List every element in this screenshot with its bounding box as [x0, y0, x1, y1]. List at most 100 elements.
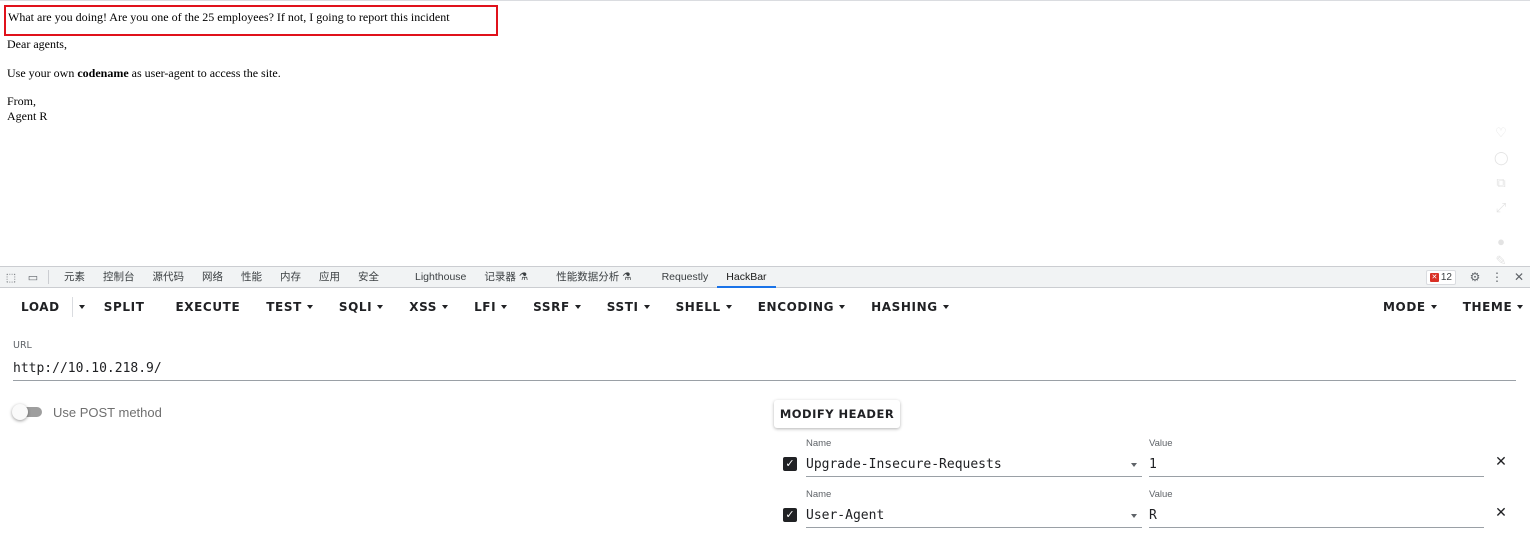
menu-right: MODE THEME: [1370, 292, 1530, 322]
issues-icon: ✕: [1429, 272, 1439, 282]
sign-from: From,: [7, 94, 37, 108]
body-prefix: Use your own: [7, 66, 78, 80]
sign-name: Agent R: [7, 109, 48, 123]
chevron-down-icon: [1131, 514, 1137, 518]
page-content: What are you doing! Are you one of the 2…: [0, 0, 1530, 268]
tab-performance-insights[interactable]: 性能数据分析 ⚗: [547, 267, 640, 288]
expand-icon[interactable]: ⤢: [1494, 201, 1508, 215]
chevron-down-icon: [306, 305, 313, 309]
post-method-label: Use POST method: [53, 404, 162, 420]
chevron-down-icon: [501, 305, 508, 309]
tab-sources[interactable]: 源代码: [144, 267, 194, 288]
test-menu[interactable]: TEST: [253, 292, 326, 322]
body-suffix: as user-agent to access the site.: [128, 66, 281, 80]
tab-network[interactable]: 网络: [193, 267, 232, 288]
chevron-down-icon: [1517, 305, 1524, 309]
load-button[interactable]: LOAD: [8, 297, 73, 317]
ssrf-label: SSRF: [533, 300, 570, 314]
message-body: Use your own codename as user-agent to a…: [7, 66, 281, 81]
xss-label: XSS: [409, 300, 438, 314]
tab-application[interactable]: 应用: [310, 267, 349, 288]
greeting: Dear agents,: [7, 37, 67, 51]
alert-message: What are you doing! Are you one of the 2…: [4, 5, 498, 36]
hashing-menu[interactable]: HASHING: [858, 292, 962, 322]
header-value-input[interactable]: R: [1149, 503, 1484, 528]
divider: [48, 270, 49, 284]
tab-elements[interactable]: 元素: [55, 267, 94, 288]
ssrf-menu[interactable]: SSRF: [520, 292, 594, 322]
toggle-switch[interactable]: [12, 404, 42, 420]
lfi-label: LFI: [474, 300, 497, 314]
header-value-text: R: [1149, 508, 1157, 523]
lfi-menu[interactable]: LFI: [461, 292, 520, 322]
comment-icon[interactable]: ◯: [1494, 151, 1509, 165]
shell-menu[interactable]: SHELL: [663, 292, 745, 322]
encoding-menu[interactable]: ENCODING: [745, 292, 858, 322]
remove-header-icon[interactable]: ✕: [1494, 454, 1508, 470]
tab-performance[interactable]: 性能: [232, 267, 271, 288]
hashing-label: HASHING: [871, 300, 938, 314]
chevron-down-icon: [1131, 463, 1137, 467]
chevron-down-icon: [377, 305, 384, 309]
chevron-down-icon: [839, 305, 846, 309]
encoding-label: ENCODING: [757, 300, 835, 314]
tab-lighthouse[interactable]: Lighthouse: [406, 267, 475, 288]
heart-icon[interactable]: ♡: [1494, 126, 1508, 140]
sqli-menu[interactable]: SQLI: [326, 292, 396, 322]
copy-icon[interactable]: ⧉: [1494, 176, 1508, 190]
tab-security[interactable]: 安全: [349, 267, 388, 288]
chevron-down-icon: [574, 305, 581, 309]
close-icon[interactable]: ✕: [1508, 270, 1530, 284]
device-toolbar-icon[interactable]: ▭: [22, 267, 44, 287]
more-vertical-icon[interactable]: ⋮: [1486, 270, 1508, 284]
gear-icon[interactable]: ⚙: [1464, 270, 1486, 284]
load-dropdown[interactable]: [73, 297, 91, 317]
alert-text: What are you doing! Are you one of the 2…: [8, 10, 450, 24]
mode-label: MODE: [1383, 300, 1426, 314]
header-row: ✓ Name User-Agent Value R ✕: [774, 488, 1530, 535]
header-enabled-checkbox[interactable]: ✓: [783, 457, 797, 471]
load-split-button: LOAD: [8, 297, 91, 317]
load-label: LOAD: [21, 300, 60, 314]
issues-badge[interactable]: ✕ 12: [1425, 269, 1456, 285]
header-name-select[interactable]: User-Agent: [806, 503, 1142, 528]
chevron-down-icon: [78, 305, 85, 309]
chevron-down-icon: [643, 305, 650, 309]
header-enabled-checkbox[interactable]: ✓: [783, 508, 797, 522]
ssti-menu[interactable]: SSTI: [594, 292, 663, 322]
hackbar-menu: LOAD SPLIT EXECUTE TEST SQLI XSS LFI SSR…: [0, 288, 1530, 326]
modify-header-button[interactable]: MODIFY HEADER: [774, 400, 900, 428]
value-label: Value: [1149, 489, 1173, 500]
mode-menu[interactable]: MODE: [1370, 292, 1450, 322]
post-method-toggle[interactable]: Use POST method: [12, 404, 162, 420]
split-button[interactable]: SPLIT: [91, 292, 158, 322]
tab-hackbar[interactable]: HackBar: [717, 267, 776, 288]
inspect-element-icon[interactable]: ⬚: [0, 267, 22, 287]
value-label: Value: [1149, 438, 1173, 449]
tab-console[interactable]: 控制台: [94, 267, 144, 288]
header-name-value: User-Agent: [806, 508, 885, 523]
header-name-select[interactable]: Upgrade-Insecure-Requests: [806, 452, 1142, 477]
theme-label: THEME: [1462, 300, 1513, 314]
theme-menu[interactable]: THEME: [1450, 292, 1530, 322]
chevron-down-icon: [1430, 305, 1437, 309]
toggle-knob: [12, 404, 28, 420]
url-input[interactable]: [13, 356, 1516, 381]
body-bold: codename: [77, 66, 129, 80]
issues-count: 12: [1440, 271, 1452, 283]
hackbar-panel: LOAD SPLIT EXECUTE TEST SQLI XSS LFI SSR…: [0, 288, 1530, 535]
header-value-input[interactable]: 1: [1149, 452, 1484, 477]
split-label: SPLIT: [103, 300, 145, 314]
url-label: URL: [13, 340, 32, 351]
execute-button[interactable]: EXECUTE: [157, 292, 253, 322]
tab-memory[interactable]: 内存: [271, 267, 310, 288]
xss-menu[interactable]: XSS: [396, 292, 461, 322]
chevron-down-icon: [942, 305, 949, 309]
ssti-label: SSTI: [606, 300, 639, 314]
check-circle-icon[interactable]: ●: [1494, 235, 1508, 249]
test-label: TEST: [266, 300, 302, 314]
sqli-label: SQLI: [338, 300, 373, 314]
tab-requestly[interactable]: Requestly: [653, 267, 718, 288]
remove-header-icon[interactable]: ✕: [1494, 505, 1508, 521]
tab-recorder[interactable]: 记录器 ⚗: [475, 267, 537, 288]
